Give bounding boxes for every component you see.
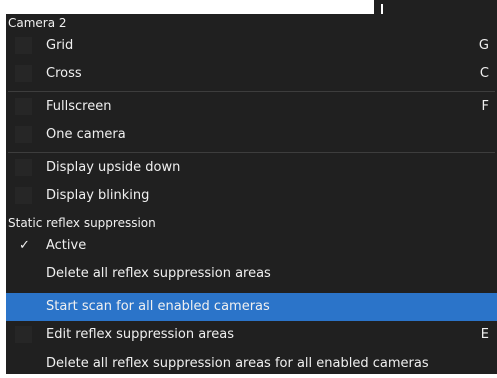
- section-header-camera: Camera 2: [8, 16, 67, 30]
- menu-item-edit-areas[interactable]: Edit reflex suppression areas E: [6, 321, 497, 349]
- menu-top-edge: [374, 0, 497, 14]
- checkbox-icon: [15, 159, 32, 176]
- checkbox-icon: [15, 98, 32, 115]
- menu-item-label: One camera: [46, 127, 126, 142]
- menu-item-display-blinking[interactable]: Display blinking: [6, 182, 497, 210]
- menu-item-shortcut: E: [480, 327, 489, 342]
- menu-item-label: Start scan for all enabled cameras: [46, 299, 270, 314]
- checkbox-icon: [15, 65, 32, 82]
- menu-top-notch: [381, 4, 383, 14]
- checkmark-icon: ✓: [19, 238, 30, 253]
- menu-item-shortcut: F: [481, 99, 489, 114]
- checkbox-icon: [15, 37, 32, 54]
- menu-separator: [8, 91, 495, 92]
- menu-item-label: Cross: [46, 66, 82, 81]
- menu-item-label: Fullscreen: [46, 99, 112, 114]
- checkbox-icon: [15, 326, 32, 343]
- menu-item-delete-all-areas[interactable]: Delete all reflex suppression areas: [6, 260, 497, 288]
- menu-item-label: Grid: [46, 38, 74, 53]
- menu-item-active[interactable]: ✓ Active: [6, 232, 497, 260]
- menu-item-label: Edit reflex suppression areas: [46, 327, 234, 342]
- menu-item-fullscreen[interactable]: Fullscreen F: [6, 93, 497, 121]
- menu-item-label: Active: [46, 238, 87, 253]
- section-header-reflex-suppression: Static reflex suppression: [8, 216, 156, 230]
- menu-item-start-scan[interactable]: Start scan for all enabled cameras: [6, 293, 497, 321]
- menu-item-one-camera[interactable]: One camera: [6, 121, 497, 149]
- menu-item-label: Display upside down: [46, 160, 181, 175]
- menu-item-display-upside-down[interactable]: Display upside down: [6, 154, 497, 182]
- menu-separator: [8, 152, 495, 153]
- menu-item-label: Display blinking: [46, 188, 150, 203]
- menu-item-cross[interactable]: Cross C: [6, 60, 497, 88]
- context-menu: Camera 2 Grid G Cross C Fullscreen F One…: [6, 14, 497, 374]
- menu-item-label: Delete all reflex suppression areas: [46, 266, 271, 281]
- checkbox-icon: [15, 126, 32, 143]
- menu-item-grid[interactable]: Grid G: [6, 32, 497, 60]
- menu-item-shortcut: G: [478, 38, 489, 53]
- menu-item-shortcut: C: [479, 66, 489, 81]
- checkbox-icon: [15, 187, 32, 204]
